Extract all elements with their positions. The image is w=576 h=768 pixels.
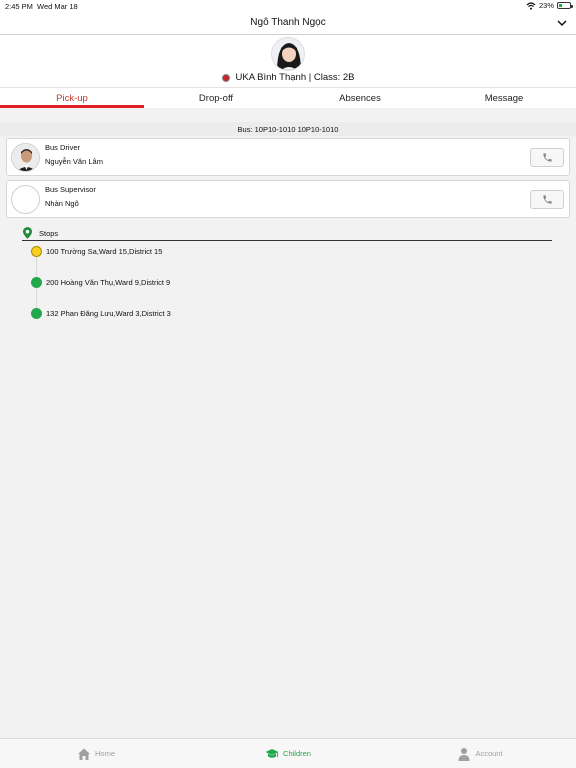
student-avatar xyxy=(271,37,305,71)
bottom-nav: Home Children Account xyxy=(0,738,576,768)
stop-item[interactable]: 200 Hoàng Văn Thụ,Ward 9,District 9 xyxy=(31,276,170,288)
phone-icon xyxy=(542,153,552,162)
supervisor-avatar-placeholder xyxy=(11,185,40,214)
stop-address: 200 Hoàng Văn Thụ,Ward 9,District 9 xyxy=(46,277,171,287)
battery-percent: 23% xyxy=(538,1,554,10)
status-right: 23% xyxy=(526,1,573,10)
nav-home-label: Home xyxy=(94,749,115,758)
bus-plate-label: Bus: 10P10-1010 10P10-1010 xyxy=(0,122,576,136)
current-stop-marker-icon xyxy=(31,245,42,257)
supervisor-name: Nhàn Ngô xyxy=(45,199,79,208)
tab-message[interactable]: Message xyxy=(432,88,576,108)
stop-address: 132 Phan Đăng Lưu,Ward 3,District 3 xyxy=(46,308,171,318)
supervisor-role: Bus Supervisor xyxy=(45,185,96,194)
school-class-row: UKA Bình Thạnh | Class: 2B xyxy=(0,72,576,83)
nav-children-label: Children xyxy=(283,749,311,758)
stop-address: 100 Trường Sa,Ward 15,District 15 xyxy=(46,246,163,256)
home-icon xyxy=(77,748,90,760)
bus-driver-card: Bus Driver Nguyễn Văn Lâm xyxy=(6,138,570,176)
school-logo-icon xyxy=(221,73,230,82)
person-icon xyxy=(458,747,470,761)
tab-drop-off[interactable]: Drop-off xyxy=(144,88,288,108)
stop-marker-icon xyxy=(31,276,42,288)
school-class-label: UKA Bình Thạnh | Class: 2B xyxy=(235,72,355,83)
graduation-cap-icon xyxy=(265,748,279,758)
stop-item[interactable]: 132 Phan Đăng Lưu,Ward 3,District 3 xyxy=(31,307,171,319)
student-profile: UKA Bình Thạnh | Class: 2B xyxy=(0,35,576,87)
stop-marker-icon xyxy=(31,307,42,319)
stops-header: Stops xyxy=(22,226,552,241)
map-pin-icon xyxy=(23,227,32,239)
chevron-down-icon[interactable] xyxy=(556,17,568,29)
tab-pick-up[interactable]: Pick-up xyxy=(0,88,144,108)
call-driver-button[interactable] xyxy=(530,148,564,167)
driver-name: Nguyễn Văn Lâm xyxy=(45,157,103,166)
nav-home[interactable]: Home xyxy=(0,739,192,768)
header: Ngô Thanh Ngọc xyxy=(0,13,576,35)
driver-role: Bus Driver xyxy=(45,143,81,152)
status-time: 2:45 PM xyxy=(5,2,33,11)
tab-bar: Pick-up Drop-off Absences Message xyxy=(0,87,576,108)
status-bar: 2:45 PM Wed Mar 18 23% xyxy=(0,0,576,13)
nav-account[interactable]: Account xyxy=(384,739,576,768)
stop-item[interactable]: 100 Trường Sa,Ward 15,District 15 xyxy=(31,245,162,257)
nav-children[interactable]: Children xyxy=(192,739,384,768)
bus-supervisor-card: Bus Supervisor Nhàn Ngô xyxy=(6,180,570,218)
battery-icon xyxy=(557,2,573,9)
tab-absences[interactable]: Absences xyxy=(288,88,432,108)
phone-icon xyxy=(542,195,552,204)
stops-label: Stops xyxy=(39,229,59,238)
call-supervisor-button[interactable] xyxy=(530,190,564,209)
wifi-icon xyxy=(526,1,536,10)
status-date: Wed Mar 18 xyxy=(37,2,78,11)
driver-avatar xyxy=(11,143,40,172)
nav-account-label: Account xyxy=(475,749,503,758)
student-name: Ngô Thanh Ngọc xyxy=(250,17,326,28)
